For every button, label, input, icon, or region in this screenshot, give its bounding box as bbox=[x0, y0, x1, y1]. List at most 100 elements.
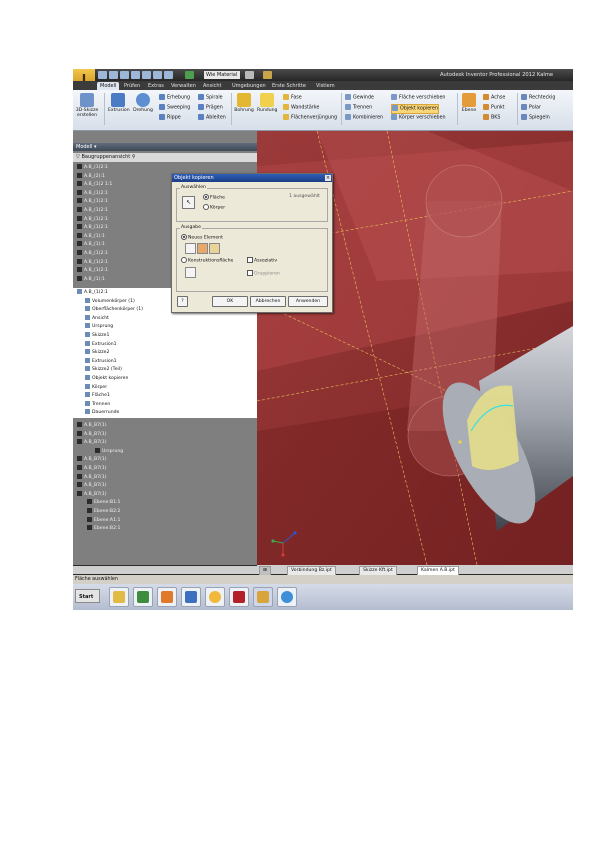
copy-object-button[interactable]: Objekt kopieren bbox=[391, 104, 440, 114]
filter-icon[interactable]: ▽ bbox=[76, 154, 80, 160]
tab-vistiem[interactable]: Vistiem bbox=[313, 82, 338, 90]
browser-tree-item[interactable]: A.B_B7(1) bbox=[77, 482, 107, 490]
move-bodies-button[interactable]: Körper verschieben bbox=[391, 114, 446, 122]
face-draft-button[interactable]: Flächenverjüngung bbox=[283, 114, 337, 122]
open-icon[interactable] bbox=[109, 71, 118, 79]
browser-tree-item[interactable]: A.B_(1)2:1 bbox=[77, 258, 108, 267]
coil-button[interactable]: Spirale bbox=[198, 94, 223, 102]
browser-tree-item[interactable]: Ebene:B2:2 bbox=[87, 508, 120, 516]
browser-tree-item[interactable]: A.B_(1)2 1:1 bbox=[77, 181, 112, 189]
browser-tree-item[interactable]: Extrusion1 bbox=[85, 340, 117, 349]
browser-header[interactable]: Modell ▾ bbox=[73, 143, 257, 151]
browser-tree-item[interactable]: Extrusion1 bbox=[85, 357, 117, 366]
browser-tree-item[interactable]: A.B_(1)2:1 bbox=[77, 224, 108, 232]
browser-tree-item[interactable]: Dauerrunde bbox=[85, 409, 119, 417]
help-button[interactable]: ? bbox=[177, 296, 188, 307]
radio-construction[interactable]: Konstruktionsfläche bbox=[181, 257, 233, 264]
browser-tree-item[interactable]: A.B_(1):1 bbox=[77, 275, 105, 284]
move-face-button[interactable]: Fläche verschieben bbox=[391, 94, 445, 102]
browser-tree-item[interactable]: Oberflächenkörper (1) bbox=[85, 306, 143, 314]
start-button[interactable]: Start bbox=[75, 589, 100, 603]
split-button[interactable]: Trennen bbox=[345, 104, 372, 112]
radio-faces[interactable]: Fläche bbox=[203, 194, 225, 201]
shell-button[interactable]: Wandstärke bbox=[283, 104, 319, 112]
sweep-button[interactable]: Sweeping bbox=[159, 104, 190, 112]
select-cursor-icon[interactable]: ↖ bbox=[182, 196, 195, 209]
browser-tree-item[interactable]: A.B_(1)2:1 bbox=[77, 189, 108, 198]
appearance-icon[interactable] bbox=[245, 71, 254, 79]
work-axis-button[interactable]: Achse bbox=[483, 94, 505, 102]
redo-icon[interactable] bbox=[142, 71, 151, 79]
browser-tree-item[interactable]: A.B_(1)2:1 bbox=[77, 215, 108, 224]
browser-tree-item[interactable]: A.B_B7(1) bbox=[77, 439, 107, 447]
browser-tree-item[interactable]: A.B_B7(1) bbox=[77, 465, 107, 473]
browser-tree-item[interactable]: Fläche1 bbox=[85, 392, 110, 400]
browser-tree-item[interactable]: A.B_(1)2:1 bbox=[77, 207, 108, 215]
work-point-button[interactable]: Punkt bbox=[483, 104, 505, 112]
mirror-button[interactable]: Spiegeln bbox=[521, 114, 550, 122]
cancel-button[interactable]: Abbrechen bbox=[250, 296, 286, 307]
browser-tree-item[interactable]: A.B_(1)2:1 bbox=[77, 164, 108, 172]
select-icon[interactable] bbox=[185, 71, 194, 79]
browser-tree-item[interactable]: A.B_B7(1) bbox=[77, 490, 107, 499]
tab-verwalten[interactable]: Verwalten bbox=[168, 82, 199, 90]
thread-button[interactable]: Gewinde bbox=[345, 94, 374, 102]
loft-button[interactable]: Erhebung bbox=[159, 94, 190, 102]
tab-modell[interactable]: Modell bbox=[97, 82, 120, 90]
tab-pruefen[interactable]: Prüfen bbox=[121, 82, 143, 90]
calendar-icon[interactable] bbox=[181, 587, 201, 607]
browser-tree-item[interactable]: Skizze2 (Teil) bbox=[85, 366, 122, 374]
check-associative[interactable]: Assoziativ bbox=[247, 257, 277, 264]
dialog-close-button[interactable]: × bbox=[325, 175, 331, 181]
inventor-icon[interactable] bbox=[253, 587, 273, 607]
revolve-button[interactable]: Drehung bbox=[133, 93, 153, 113]
browser-view-select[interactable]: Baugruppenansicht bbox=[81, 154, 130, 160]
output-composite-icon[interactable] bbox=[209, 243, 220, 254]
internet-explorer-icon[interactable] bbox=[277, 587, 297, 607]
rib-button[interactable]: Rippe bbox=[159, 114, 181, 122]
excel-icon[interactable] bbox=[133, 587, 153, 607]
browser-tree-item[interactable]: A.B_(1)2:1 bbox=[77, 198, 108, 206]
fillet-button[interactable]: Rundung bbox=[257, 93, 277, 113]
browser-tree-item[interactable]: Körper bbox=[85, 383, 107, 392]
acrobat-icon[interactable] bbox=[229, 587, 249, 607]
ucs-button[interactable]: BKS bbox=[483, 114, 500, 122]
tab-ansicht[interactable]: Ansicht bbox=[200, 82, 224, 90]
output-solid-icon[interactable] bbox=[185, 243, 196, 254]
browser-tree-item[interactable]: Objekt kopieren bbox=[85, 375, 128, 383]
browser-tree-item[interactable]: Skizze1 bbox=[85, 332, 109, 340]
explorer-icon[interactable] bbox=[109, 587, 129, 607]
extrude-button[interactable]: Extrusion bbox=[108, 93, 130, 113]
browser-tree-item[interactable]: Ursprung bbox=[85, 323, 113, 331]
tab-erste-schritte[interactable]: Erste Schritte bbox=[269, 82, 309, 90]
tab-umgebungen[interactable]: Umgebungen bbox=[229, 82, 269, 90]
work-plane-button[interactable]: Ebene bbox=[459, 93, 479, 113]
combine-button[interactable]: Kombinieren bbox=[345, 114, 383, 122]
construction-select-icon[interactable] bbox=[185, 267, 196, 278]
chamfer-button[interactable]: Fase bbox=[283, 94, 302, 102]
browser-tree-item[interactable]: Ebene:A1:1 bbox=[87, 516, 120, 525]
save-icon[interactable] bbox=[120, 71, 129, 79]
browser-tree-item[interactable]: A.B_(1)2:1 bbox=[77, 267, 108, 275]
output-surface-icon[interactable] bbox=[197, 243, 208, 254]
browser-tree-item[interactable]: A.B_(1)2:1 bbox=[77, 250, 108, 258]
messenger-icon[interactable] bbox=[205, 587, 225, 607]
apply-button[interactable]: Anwenden bbox=[288, 296, 328, 307]
browser-tree-item[interactable]: Ebene:B2:1 bbox=[87, 525, 120, 533]
derive-button[interactable]: Ableiten bbox=[198, 114, 226, 122]
browser-tree-item[interactable]: Ansicht bbox=[85, 314, 109, 323]
browser-tree-item[interactable]: Volumenkörper (1) bbox=[85, 297, 135, 306]
browser-tree-item[interactable]: Trennen bbox=[85, 400, 110, 409]
emboss-button[interactable]: Prägen bbox=[198, 104, 223, 112]
rectangular-pattern-button[interactable]: Rechteckig bbox=[521, 94, 555, 102]
browser-tree-item[interactable]: A.B_(2):1 bbox=[77, 172, 105, 181]
browser-tree-item[interactable]: A.B_B7(1) bbox=[77, 422, 107, 430]
undo-icon[interactable] bbox=[131, 71, 140, 79]
radio-bodies[interactable]: Körper bbox=[203, 204, 225, 211]
find-icon[interactable]: ⚲ bbox=[132, 154, 136, 160]
browser-tree-item[interactable]: A.B_(1):1 bbox=[77, 232, 105, 241]
media-icon[interactable] bbox=[157, 587, 177, 607]
parameters-icon[interactable] bbox=[263, 71, 272, 79]
update-icon[interactable] bbox=[164, 71, 173, 79]
browser-tree-item[interactable]: A.B_B7(1) bbox=[77, 473, 107, 482]
